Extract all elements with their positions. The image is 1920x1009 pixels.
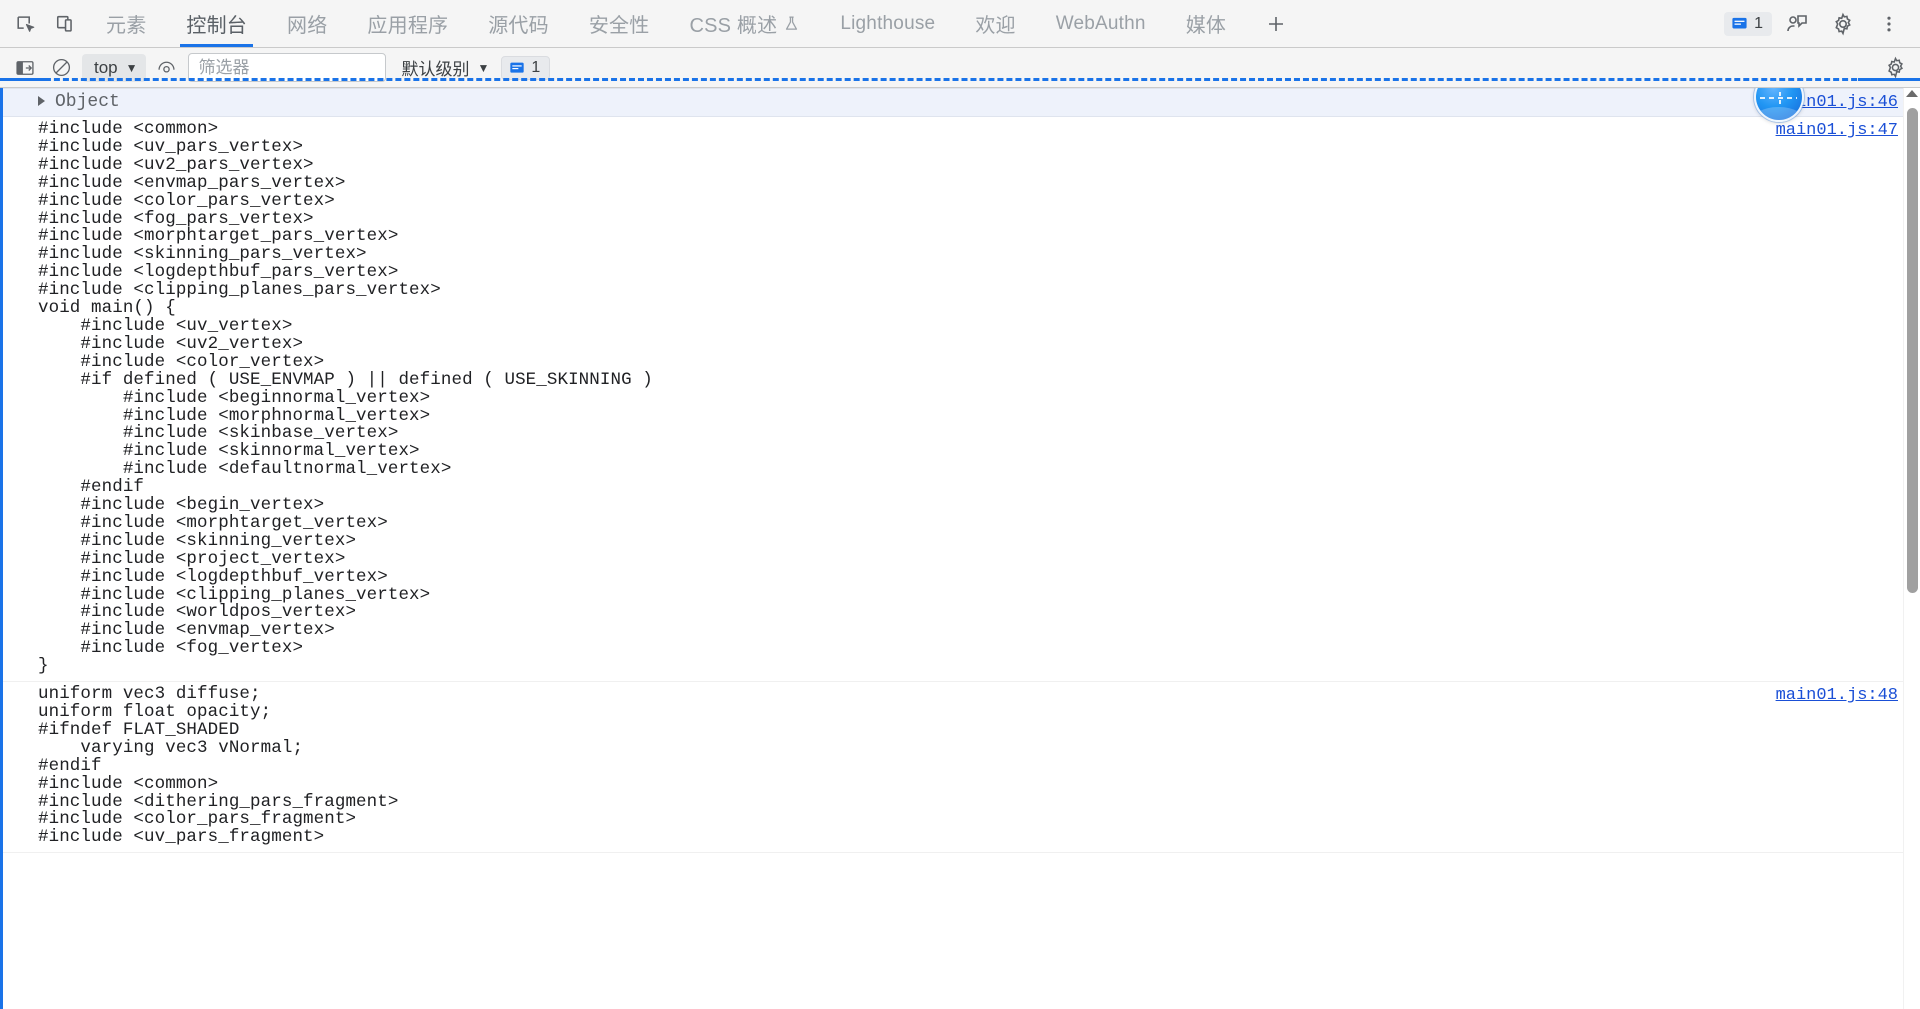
console-issues-count: 1 <box>531 58 541 76</box>
shader-source-text: uniform vec3 diffuse; uniform float opac… <box>38 684 399 848</box>
object-label[interactable]: Object <box>55 92 120 112</box>
log-level-selector[interactable]: 默认级别 ▼ <box>392 54 496 82</box>
scrollbar-up-arrow-icon[interactable] <box>1906 90 1918 97</box>
tab-media[interactable]: 媒体 <box>1166 0 1246 47</box>
scrollbar-thumb[interactable] <box>1907 108 1918 593</box>
tab-label: WebAuthn <box>1055 12 1146 34</box>
issues-badge[interactable]: 1 <box>1724 11 1772 36</box>
tab-application[interactable]: 应用程序 <box>347 0 468 47</box>
tab-lighthouse[interactable]: Lighthouse <box>820 0 955 47</box>
tab-label: 网络 <box>287 15 328 37</box>
chevron-down-icon: ▼ <box>125 60 138 75</box>
console-message-list[interactable]: Object main01.js:46 #include <common> #i… <box>0 88 1920 1009</box>
panel-tabs: 元素 控制台 网络 应用程序 源代码 安全性 CSS 概述 Lighthouse… <box>86 0 1724 47</box>
tab-label: CSS 概述 <box>689 15 778 37</box>
expand-arrow-icon[interactable] <box>38 96 45 106</box>
tab-label: 源代码 <box>488 15 549 37</box>
filter-input-wrapper[interactable] <box>187 53 386 82</box>
tab-label: 欢迎 <box>975 15 1016 37</box>
tab-security[interactable]: 安全性 <box>569 0 670 47</box>
filter-input[interactable] <box>196 56 377 79</box>
tab-elements[interactable]: 元素 <box>86 0 166 47</box>
tab-label: 媒体 <box>1185 15 1227 37</box>
tab-bar-actions: 1 <box>1724 0 1920 47</box>
message-icon <box>1732 17 1747 29</box>
kebab-menu-icon[interactable] <box>1868 3 1910 45</box>
tab-webauthn[interactable]: WebAuthn <box>1036 0 1166 47</box>
issues-badge-count: 1 <box>1754 14 1763 32</box>
console-message-content: Object <box>0 89 1760 116</box>
execution-context-value: top <box>94 57 118 77</box>
console-focus-edge <box>0 88 3 1009</box>
inspect-element-icon[interactable] <box>6 0 46 47</box>
tab-label: 控制台 <box>186 15 248 37</box>
flask-icon <box>783 14 800 33</box>
chevron-down-icon: ▼ <box>477 60 490 75</box>
console-message-row[interactable]: #include <common> #include <uv_pars_vert… <box>0 117 1920 683</box>
tab-label: Lighthouse <box>840 12 936 34</box>
console-issues-badge[interactable]: 1 <box>501 55 551 80</box>
devtools-tab-bar: 元素 控制台 网络 应用程序 源代码 安全性 CSS 概述 Lighthouse… <box>0 0 1920 48</box>
tab-welcome[interactable]: 欢迎 <box>955 0 1035 47</box>
live-expression-icon[interactable] <box>152 54 182 82</box>
click-highlight <box>1753 88 1804 122</box>
message-icon <box>510 62 525 73</box>
console-toolbar: top ▼ 默认级别 ▼ 1 <box>0 48 1920 88</box>
gear-icon[interactable] <box>1822 3 1864 45</box>
tab-sources[interactable]: 源代码 <box>468 0 569 47</box>
tab-css-overview[interactable]: CSS 概述 <box>669 0 820 47</box>
device-toolbar-icon[interactable] <box>46 0 86 47</box>
source-link[interactable]: main01.js:48 <box>1760 682 1920 705</box>
tab-label: 应用程序 <box>367 15 449 37</box>
log-level-value: 默认级别 <box>401 60 470 79</box>
console-message-content: uniform vec3 diffuse; uniform float opac… <box>0 682 1760 852</box>
tab-network[interactable]: 网络 <box>267 0 347 47</box>
console-scrollbar[interactable] <box>1903 88 1920 1009</box>
clear-console-icon[interactable] <box>46 54 76 82</box>
drag-drop-indicator-right <box>1858 78 1920 81</box>
add-panel-button[interactable] <box>1246 0 1306 47</box>
tab-label: 元素 <box>106 15 147 37</box>
drag-drop-indicator-left <box>0 78 48 81</box>
tab-label: 安全性 <box>588 15 650 37</box>
console-message-row[interactable]: uniform vec3 diffuse; uniform float opac… <box>0 682 1920 854</box>
tab-console[interactable]: 控制台 <box>166 0 267 47</box>
console-message-content: #include <common> #include <uv_pars_vert… <box>0 117 1760 681</box>
console-message-object[interactable]: Object main01.js:46 <box>0 88 1920 117</box>
execution-context-selector[interactable]: top ▼ <box>82 53 146 82</box>
feedback-icon[interactable] <box>1776 3 1818 45</box>
shader-source-text: #include <common> #include <uv_pars_vert… <box>38 119 653 677</box>
